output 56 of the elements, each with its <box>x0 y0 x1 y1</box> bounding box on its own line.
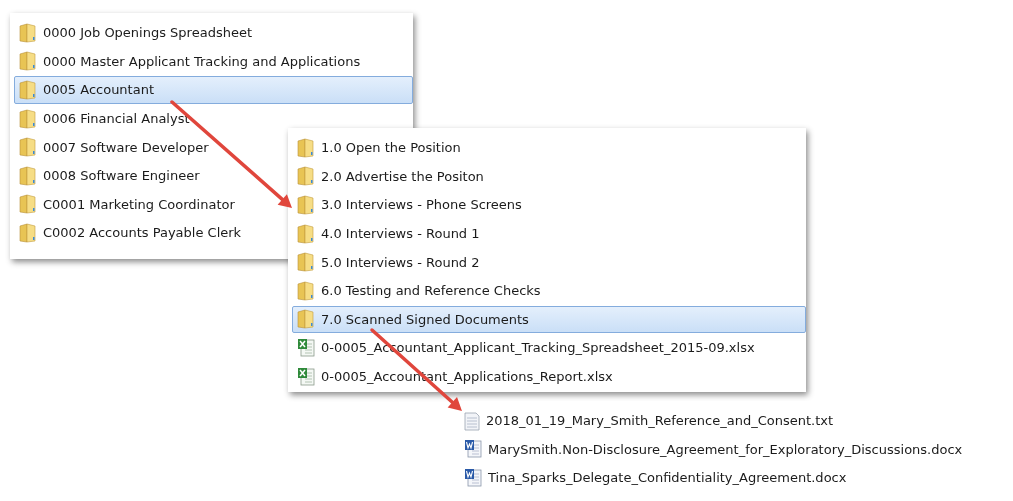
file-name: 7.0 Scanned Signed Documents <box>321 311 529 327</box>
file-row[interactable]: 7.0 Scanned Signed Documents <box>292 305 806 334</box>
file-name: 0000 Master Applicant Tracking and Applications <box>43 53 361 69</box>
file-name: 0007 Software Developer <box>43 139 209 155</box>
file-name: 5.0 Interviews - Round 2 <box>321 254 480 270</box>
file-row[interactable]: 0005 Accountant <box>14 76 413 104</box>
folder-icon <box>19 51 37 72</box>
file-name: 6.0 Testing and Reference Checks <box>321 283 541 299</box>
folder-icon <box>19 137 37 158</box>
file-row[interactable]: 4.0 Interviews - Round 1 <box>292 219 485 248</box>
folder-icon <box>297 252 315 273</box>
folder-icon <box>19 80 37 100</box>
document-icon <box>464 468 482 488</box>
folder-icon <box>297 309 315 330</box>
file-name: 0008 Software Engineer <box>43 168 200 184</box>
file-name: 3.0 Interviews - Phone Screens <box>321 197 522 213</box>
folder-icon <box>19 108 37 129</box>
file-row[interactable]: 0007 Software Developer <box>14 133 214 161</box>
file-row[interactable]: 0006 Financial Analyst <box>14 104 195 133</box>
file-row[interactable]: 0000 Master Applicant Tracking and Applications <box>14 47 366 76</box>
folder-icon <box>297 137 315 158</box>
file-row[interactable]: 6.0 Testing and Reference Checks <box>292 276 546 305</box>
folder-icon <box>297 195 315 215</box>
file-row[interactable]: 1.0 Open the Position <box>292 134 466 162</box>
folder-icon <box>19 165 37 186</box>
file-name: 1.0 Open the Position <box>321 140 461 156</box>
spreadsheet-icon <box>297 366 315 387</box>
file-row[interactable]: 3.0 Interviews - Phone Screens <box>292 191 527 219</box>
folder-icon <box>297 166 315 187</box>
file-row[interactable]: 2.0 Advertise the Positon <box>292 162 489 191</box>
file-row[interactable]: 2018_01_19_Mary_Smith_Reference_and_Consent.txt <box>459 407 839 435</box>
file-row[interactable]: C0002 Accounts Payable Clerk <box>14 219 247 247</box>
file-row[interactable]: C0001 Marketing Coordinator <box>14 190 240 219</box>
file-row[interactable]: 0000 Job Openings Spreadsheet <box>14 19 257 47</box>
file-row[interactable]: Tina_Sparks_Delegate_Confidentiality_Agreement.docx <box>459 464 852 492</box>
file-name: Tina_Sparks_Delegate_Confidentiality_Agreement.docx <box>488 470 847 486</box>
file-row[interactable]: MarySmith.Non-Disclosure_Agreement_for_Exploratory_Discussions.docx <box>459 435 968 464</box>
folder-icon <box>19 22 37 43</box>
file-name: C0001 Marketing Coordinator <box>43 196 235 212</box>
folder-icon <box>297 280 315 301</box>
file-name: MarySmith.Non-Disclosure_Agreement_for_Exploratory_Discussions.docx <box>488 441 963 457</box>
file-name: 2018_01_19_Mary_Smith_Reference_and_Consent.txt <box>486 413 834 429</box>
file-row[interactable]: 5.0 Interviews - Round 2 <box>292 248 485 276</box>
folder-icon <box>297 223 315 244</box>
folder-icon <box>19 194 37 215</box>
document-icon <box>464 439 482 460</box>
file-name: 2.0 Advertise the Positon <box>321 168 484 184</box>
file-name: 4.0 Interviews - Round 1 <box>321 226 480 242</box>
text-file-icon <box>464 410 480 431</box>
folder-icon <box>19 222 37 243</box>
file-name: 0005 Accountant <box>43 82 154 98</box>
file-row[interactable]: 0008 Software Engineer <box>14 161 205 190</box>
file-name: 0006 Financial Analyst <box>43 111 190 127</box>
file-name: 0000 Job Openings Spreadsheet <box>43 25 252 41</box>
file-name: C0002 Accounts Payable Clerk <box>43 225 242 241</box>
spreadsheet-icon <box>297 337 315 358</box>
